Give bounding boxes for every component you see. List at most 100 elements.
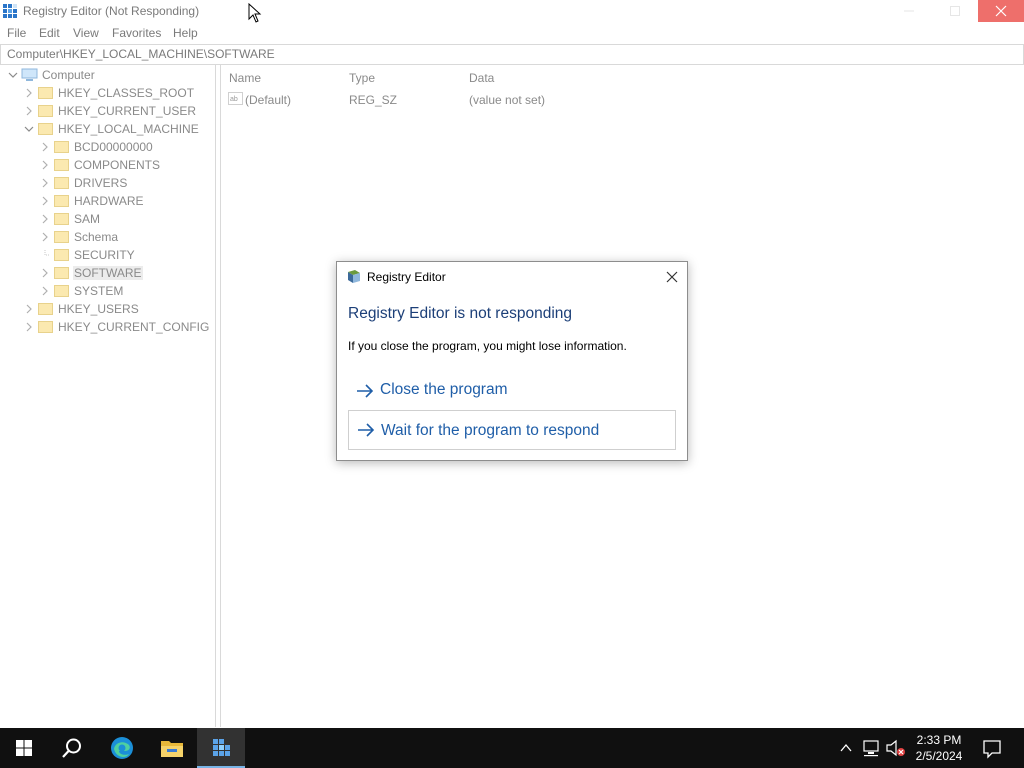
close-icon[interactable] (663, 268, 681, 286)
tree-item-hkey-users[interactable]: HKEY_USERS (0, 300, 215, 318)
folder-icon (54, 213, 69, 225)
tree-item-hkey-classes-root[interactable]: HKEY_CLASSES_ROOT (0, 84, 215, 102)
folder-icon (38, 123, 53, 135)
dialog-message: If you close the program, you might lose… (348, 339, 627, 353)
clock-date: 2/5/2024 (915, 749, 963, 763)
tree-label: SOFTWARE (73, 266, 143, 280)
maximize-icon (950, 6, 960, 16)
search-button[interactable] (48, 728, 96, 768)
chevron-right-icon (42, 196, 48, 206)
tree-label: Schema (74, 230, 119, 244)
title-bar: Registry Editor (Not Responding) (0, 0, 1024, 22)
menu-edit[interactable]: Edit (39, 26, 60, 40)
tree-item-bcd[interactable]: BCD00000000 (0, 138, 215, 156)
tree-label: SECURITY (74, 248, 135, 262)
option-label: Wait for the program to respond (381, 422, 600, 439)
tree-item-hardware[interactable]: HARDWARE (0, 192, 215, 210)
tree-label: Computer (42, 68, 95, 82)
tree-item-hkey-current-config[interactable]: HKEY_CURRENT_CONFIG (0, 318, 215, 336)
chevron-right-icon (42, 178, 48, 188)
address-path: Computer\HKEY_LOCAL_MACHINE\SOFTWARE (7, 47, 275, 61)
chevron-down-icon (24, 126, 34, 132)
tree-label: HKEY_CLASSES_ROOT (58, 86, 195, 100)
maximize-button[interactable] (932, 0, 978, 22)
tree-label: BCD00000000 (74, 140, 153, 154)
folder-icon (54, 195, 69, 207)
menu-file[interactable]: File (7, 26, 26, 40)
regedit-icon (348, 270, 360, 283)
value-data: (value not set) (469, 93, 546, 107)
value-type: REG_SZ (349, 93, 398, 107)
file-explorer-button[interactable] (148, 728, 196, 768)
tree-item-hkey-local-machine[interactable]: HKEY_LOCAL_MACHINE (0, 120, 215, 138)
minimize-button[interactable] (886, 0, 932, 22)
tree-label: HARDWARE (74, 194, 144, 208)
menu-bar: File Edit View Favorites Help (0, 23, 1024, 43)
option-label: Close the program (380, 381, 508, 398)
folder-icon (54, 231, 69, 243)
menu-favorites[interactable]: Favorites (112, 26, 161, 40)
search-icon (62, 738, 81, 758)
window-title: Registry Editor (Not Responding) (23, 4, 200, 18)
tree-label: SAM (74, 212, 101, 226)
menu-view[interactable]: View (73, 26, 99, 40)
system-clock[interactable]: 2:33 PM 2/5/2024 (902, 732, 976, 764)
folder-icon (54, 285, 69, 297)
tree-item-system[interactable]: SYSTEM (0, 282, 215, 300)
column-header-name[interactable]: Name (229, 71, 261, 85)
regedit-taskbar-button[interactable] (197, 728, 245, 768)
svg-text:ab: ab (230, 96, 238, 103)
menu-help[interactable]: Help (173, 26, 198, 40)
close-button[interactable] (978, 0, 1024, 22)
tree-label: HKEY_CURRENT_USER (58, 104, 197, 118)
pane-splitter[interactable] (216, 65, 219, 727)
arrow-right-icon (357, 384, 374, 398)
chevron-right-icon (42, 286, 48, 296)
folder-icon (54, 177, 69, 189)
notification-icon[interactable] (980, 728, 1004, 768)
chevron-right-icon (42, 268, 48, 278)
column-header-data[interactable]: Data (469, 71, 494, 85)
close-the-program-button[interactable]: Close the program (348, 372, 676, 410)
tree-item-security[interactable]: SECURITY (0, 246, 215, 264)
taskbar: 2:33 PM 2/5/2024 (0, 728, 1024, 768)
folder-icon (54, 267, 69, 279)
chevron-right-icon (26, 88, 32, 98)
arrow-right-icon (358, 423, 375, 437)
string-value-icon: ab (228, 92, 243, 105)
folder-icon (54, 141, 69, 153)
chevron-right-icon (26, 106, 32, 116)
tree-item-schema[interactable]: Schema (0, 228, 215, 246)
file-explorer-icon (161, 741, 183, 757)
start-button[interactable] (0, 728, 48, 768)
regedit-icon (213, 739, 230, 756)
tree-item-components[interactable]: COMPONENTS (0, 156, 215, 174)
regedit-icon (3, 4, 17, 18)
tree-item-sam[interactable]: SAM (0, 210, 215, 228)
folder-icon (38, 303, 53, 315)
dialog-heading: Registry Editor is not responding (348, 305, 573, 322)
edge-button[interactable] (98, 728, 146, 768)
tree-label: HKEY_LOCAL_MACHINE (58, 122, 199, 136)
chevron-right-icon (26, 322, 32, 332)
tree-label: COMPONENTS (74, 158, 161, 172)
folder-icon (38, 321, 53, 333)
column-header-type[interactable]: Type (349, 71, 375, 85)
folder-icon (54, 249, 69, 261)
tree-item-computer[interactable]: Computer (0, 66, 215, 84)
network-icon[interactable] (861, 728, 883, 768)
chevron-right-icon (42, 214, 48, 224)
wait-for-program-button[interactable]: Wait for the program to respond (348, 410, 676, 450)
tree-label: HKEY_CURRENT_CONFIG (58, 320, 210, 334)
chevron-up-icon[interactable] (838, 728, 854, 768)
minimize-icon (904, 10, 914, 12)
address-bar[interactable]: Computer\HKEY_LOCAL_MACHINE\SOFTWARE (0, 44, 1024, 65)
tree-label: SYSTEM (74, 284, 124, 298)
not-responding-dialog: Registry Editor Registry Editor is not r… (336, 261, 688, 461)
tree-item-drivers[interactable]: DRIVERS (0, 174, 215, 192)
tree-pane[interactable]: Computer HKEY_CLASSES_ROOT HKEY_CURRENT_… (0, 65, 216, 727)
tree-item-software[interactable]: SOFTWARE (0, 264, 215, 282)
computer-icon (21, 68, 38, 81)
close-icon (995, 5, 1007, 17)
tree-item-hkey-current-user[interactable]: HKEY_CURRENT_USER (0, 102, 215, 120)
